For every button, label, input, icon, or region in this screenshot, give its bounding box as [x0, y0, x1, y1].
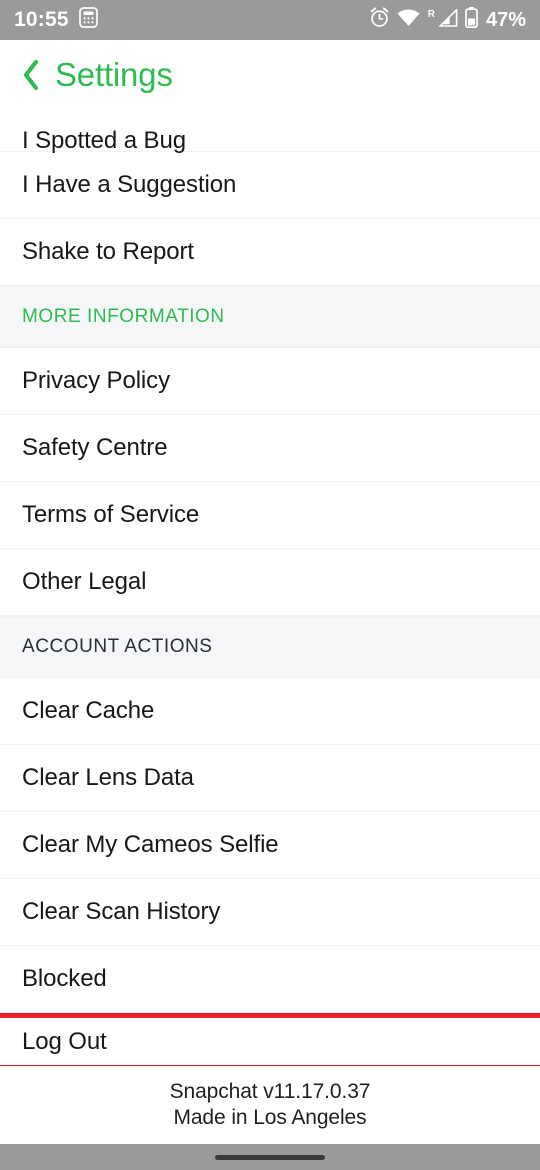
list-item-label: Log Out [22, 1027, 107, 1055]
list-item-label: Safety Centre [22, 434, 168, 461]
list-item-clear-cache[interactable]: Clear Cache [0, 678, 540, 745]
app-bar: Settings [0, 40, 540, 110]
list-item-safety-centre[interactable]: Safety Centre [0, 415, 540, 482]
status-bar-left: 10:55 [14, 7, 98, 33]
system-navigation-bar [0, 1144, 540, 1170]
list-item-terms-of-service[interactable]: Terms of Service [0, 482, 540, 549]
cellular-signal-icon [438, 7, 458, 32]
list-item-label: Clear My Cameos Selfie [22, 831, 279, 858]
list-item-label: Blocked [22, 965, 107, 992]
list-item-blocked[interactable]: Blocked [0, 946, 540, 1013]
list-item-i-spotted-a-bug[interactable]: I Spotted a Bug [0, 110, 540, 155]
page-title: Settings [55, 56, 173, 93]
list-item-label: Shake to Report [22, 238, 194, 265]
status-bar: 10:55 R 47% [0, 0, 540, 40]
list-item-label: I Have a Suggestion [22, 171, 237, 198]
list-item-other-legal[interactable]: Other Legal [0, 549, 540, 616]
list-item-label: Terms of Service [22, 501, 200, 528]
list-item-i-have-a-suggestion[interactable]: I Have a Suggestion [0, 152, 540, 219]
list-item-clear-lens-data[interactable]: Clear Lens Data [0, 745, 540, 812]
battery-icon [465, 7, 478, 33]
made-in-label: Made in Los Angeles [173, 1106, 367, 1129]
section-header-account-actions: ACCOUNT ACTIONS [0, 616, 540, 678]
chevron-left-icon [23, 59, 39, 91]
status-bar-right: R 47% [369, 7, 526, 33]
list-item-label: Other Legal [22, 568, 147, 595]
section-header-label: ACCOUNT ACTIONS [22, 636, 213, 657]
phone-screen: 10:55 R 47% Settings I Spotted a Bug I H… [0, 0, 540, 1170]
list-item-shake-to-report[interactable]: Shake to Report [0, 219, 540, 286]
alarm-clock-icon [369, 7, 390, 33]
list-item-label: Clear Lens Data [22, 764, 194, 791]
app-footer: Snapchat v11.17.0.37 Made in Los Angeles [0, 1066, 540, 1144]
list-item-label: Clear Scan History [22, 898, 221, 925]
settings-list[interactable]: I Spotted a Bug I Have a Suggestion Shake … [0, 110, 540, 1066]
list-item-label: Privacy Policy [22, 367, 170, 394]
battery-percent-label: 47% [485, 8, 526, 31]
list-item-clear-scan-history[interactable]: Clear Scan History [0, 879, 540, 946]
list-item-label: Clear Cache [22, 697, 155, 724]
section-header-more-information: MORE INFORMATION [0, 286, 540, 348]
wifi-icon [397, 9, 420, 32]
roaming-indicator-icon: R [427, 8, 435, 20]
app-version-label: Snapchat v11.17.0.37 [169, 1080, 371, 1103]
back-button[interactable] [18, 55, 44, 95]
calculator-icon [78, 7, 98, 33]
status-time: 10:55 [14, 8, 69, 31]
section-header-label: MORE INFORMATION [22, 306, 225, 327]
list-item-clear-my-cameos-selfie[interactable]: Clear My Cameos Selfie [0, 812, 540, 879]
home-gesture-pill[interactable] [215, 1154, 325, 1160]
list-item-privacy-policy[interactable]: Privacy Policy [0, 348, 540, 415]
list-item-log-out[interactable]: Log Out [0, 1013, 540, 1066]
list-item-label: I Spotted a Bug [22, 127, 186, 155]
